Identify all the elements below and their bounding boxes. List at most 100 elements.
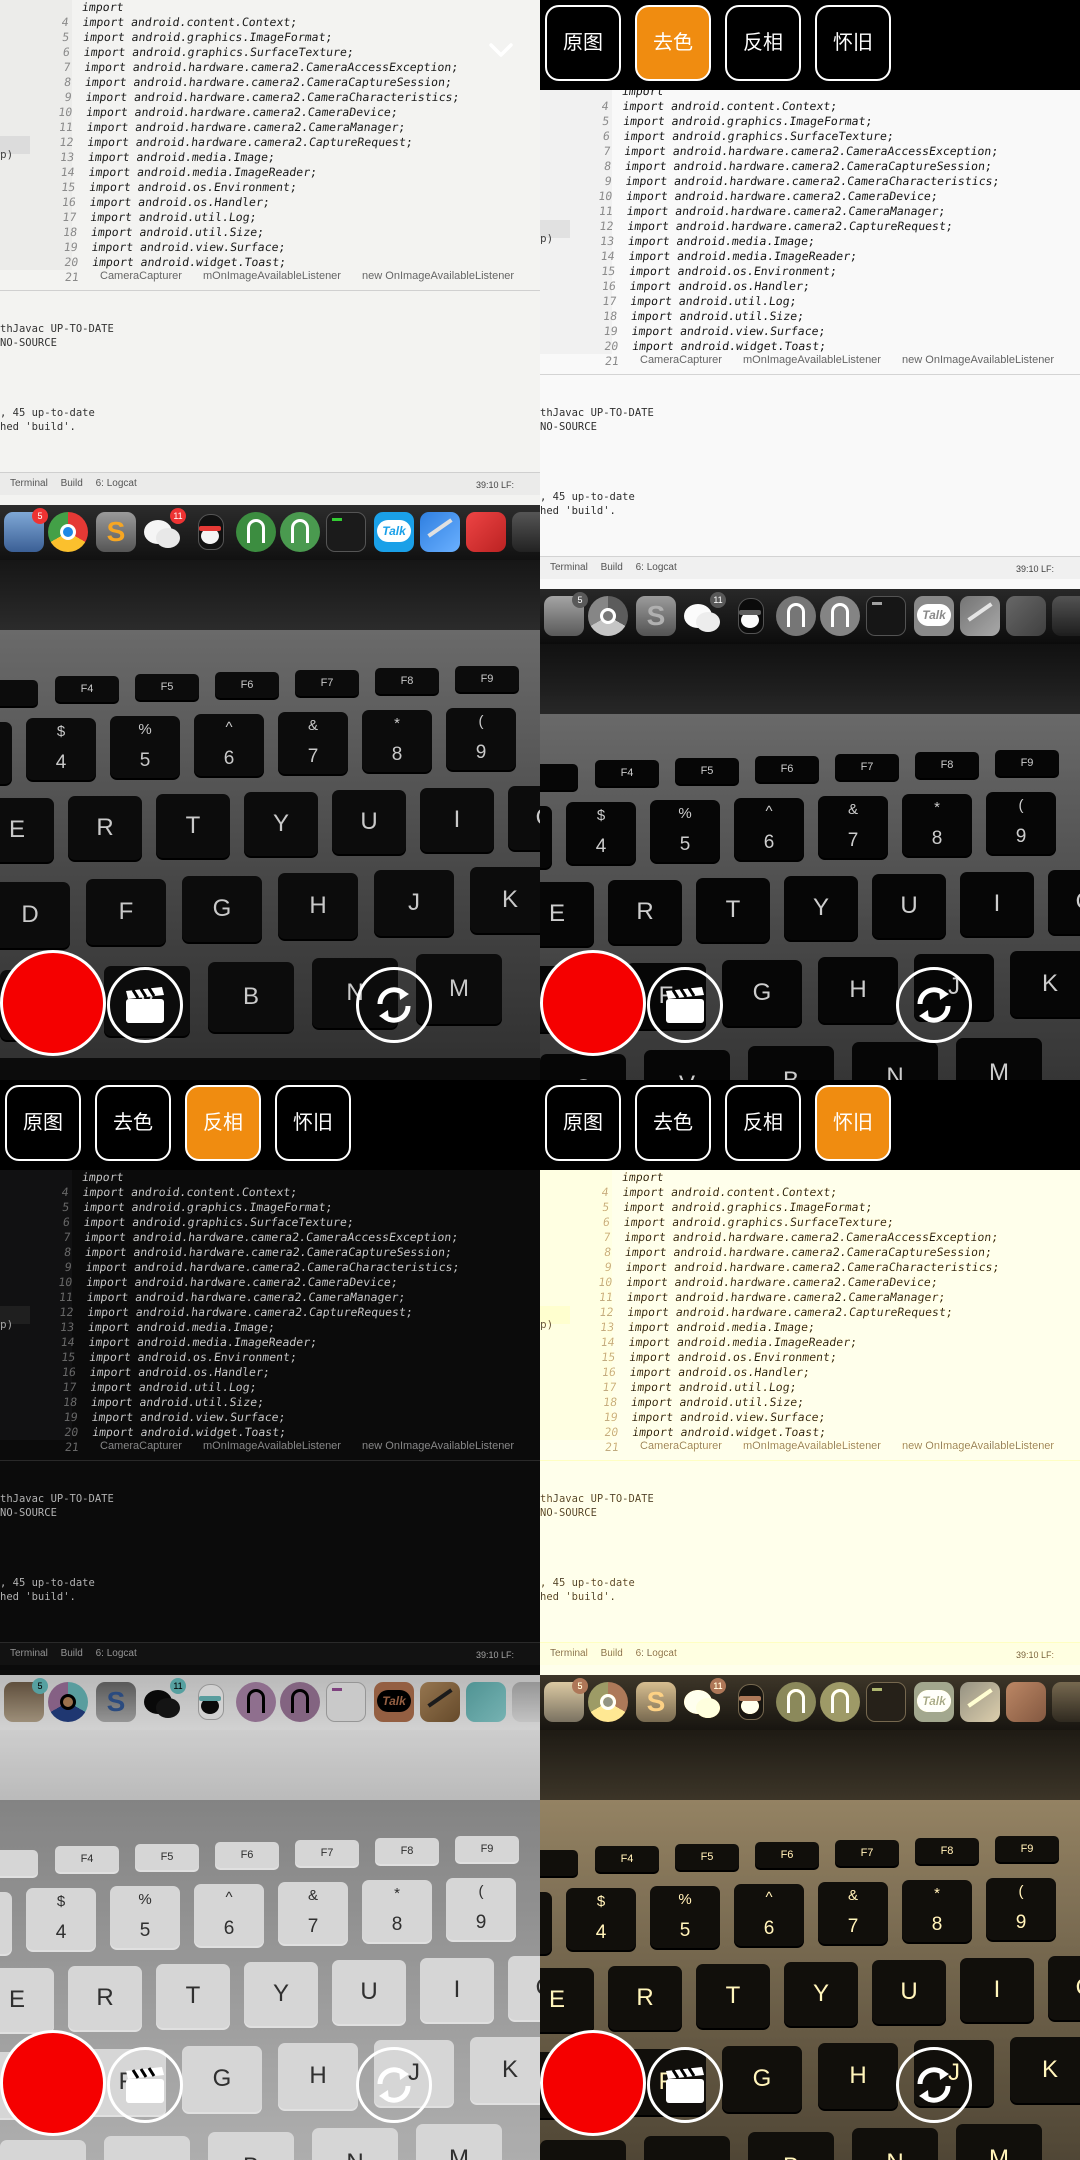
- keyboard-key: T: [696, 1964, 770, 2028]
- key-label: F7: [320, 1847, 334, 1859]
- tool-window-bar: Terminal Build 6: Logcat: [540, 556, 1080, 579]
- filter-tab-grayscale[interactable]: 去色: [635, 1085, 711, 1161]
- keyboard-key: (9: [986, 792, 1056, 854]
- code-text: import android.widget.Toast;: [91, 1425, 288, 1439]
- line-number: 20: [603, 1425, 620, 1439]
- preview-panel-invert: import 4 import android.content.Context; 5 i…: [0, 1080, 540, 2160]
- code-text: import android.os.Environment;: [88, 1350, 298, 1364]
- line-number: 12: [58, 135, 75, 149]
- console-line: , 45 up-to-date: [0, 407, 95, 419]
- keyboard-key: [540, 1850, 578, 1876]
- shutter-button[interactable]: [540, 950, 646, 1056]
- key-digit: 4: [595, 1922, 607, 1943]
- code-text: import android.util.Log;: [89, 1380, 258, 1394]
- keyboard-key: * 8: [362, 710, 432, 772]
- filter-tab-grayscale[interactable]: 去色: [95, 1085, 171, 1161]
- code-line: 10 import android.hardware.camera2.Camera…: [549, 1275, 1001, 1290]
- camera-switch-icon: [377, 987, 411, 1023]
- laptop-hinge: [0, 560, 540, 630]
- code-line: 4 import android.content.Context;: [549, 1185, 1001, 1200]
- keyboard-key: O: [1048, 1956, 1080, 2020]
- keyboard-key: C: [540, 2140, 626, 2160]
- filter-tab-grayscale[interactable]: 去色: [635, 5, 711, 81]
- filter-tab-invert[interactable]: 反相: [185, 1085, 261, 1161]
- key-digit: 4: [55, 752, 67, 773]
- notification-badge: 5: [32, 1678, 48, 1694]
- code-text: import android.view.Surface;: [630, 1410, 827, 1424]
- filter-tab-original[interactable]: 原图: [5, 1085, 81, 1161]
- console-line: thJavac UP-TO-DATE: [540, 407, 654, 419]
- keyboard-key: % 5: [650, 1886, 720, 1948]
- code-line: 4 import android.content.Context;: [9, 1185, 461, 1200]
- record-video-button[interactable]: [107, 967, 183, 1043]
- code-text: import android.hardware.camera2.CameraAc…: [623, 144, 1000, 158]
- filter-tab-vintage[interactable]: 怀旧: [815, 5, 891, 81]
- keyboard-key: F4: [595, 760, 659, 786]
- talk-label: Talk: [377, 520, 411, 542]
- keyboard-key: I: [960, 1958, 1034, 2022]
- breadcrumb-item: mOnImageAvailableListener: [202, 1440, 341, 1452]
- key-label: O: [1048, 888, 1080, 916]
- notification-badge: 5: [572, 592, 588, 608]
- code-editor: import 4 import android.content.Context; 5 i…: [9, 0, 461, 285]
- keyboard-key: [0, 1850, 38, 1876]
- key-label: E: [8, 1986, 25, 2013]
- code-line: 19 import android.view.Surface;: [549, 1410, 1001, 1425]
- record-video-button[interactable]: [647, 2047, 723, 2123]
- keyboard-key: E: [540, 882, 594, 946]
- record-video-button[interactable]: [107, 2047, 183, 2123]
- cursor-position: 39:10 LF:: [1015, 1650, 1054, 1660]
- keyboard-key: ^ 6: [194, 714, 264, 776]
- switch-camera-button[interactable]: [356, 967, 432, 1043]
- switch-camera-button[interactable]: [896, 967, 972, 1043]
- code-line: 13 import android.media.Image;: [549, 1320, 1001, 1335]
- keyboard-key: F8: [375, 1838, 439, 1864]
- filter-tab-invert[interactable]: 反相: [725, 1085, 801, 1161]
- capture-controls: [540, 2030, 1080, 2140]
- line-number: 6: [61, 45, 71, 59]
- code-text: import android.view.Surface;: [90, 240, 287, 254]
- filter-tab-original[interactable]: 原图: [545, 5, 621, 81]
- qq-icon: [190, 512, 230, 552]
- code-text: import android.hardware.camera2.CaptureR…: [86, 1305, 414, 1319]
- code-line: 5 import android.graphics.ImageFormat;: [9, 30, 461, 45]
- code-text: import android.media.Image;: [627, 1320, 816, 1334]
- preview-panel-grayscale: import 4 import android.content.Context; 5 i…: [540, 0, 1080, 1080]
- line-number: 8: [63, 1245, 73, 1259]
- project-panel-text: p): [0, 1318, 14, 1331]
- breadcrumb-item: new OnImageAvailableListener: [362, 1440, 515, 1452]
- switch-camera-button[interactable]: [356, 2047, 432, 2123]
- shutter-button[interactable]: [540, 2030, 646, 2136]
- keyboard-key: F6: [755, 1842, 819, 1868]
- switch-camera-button[interactable]: [896, 2047, 972, 2123]
- key-digit: 9: [1015, 1912, 1027, 1933]
- key-digit: 6: [223, 1918, 235, 1939]
- line-number: 12: [598, 1305, 615, 1319]
- line-number: 9: [63, 90, 73, 104]
- filter-tab-invert[interactable]: 反相: [725, 5, 801, 81]
- key-label: U: [900, 1978, 918, 2005]
- key-label: F: [118, 898, 134, 925]
- editor-breadcrumb: CameraCapturer mOnImageAvailableListener…: [640, 1440, 1072, 1452]
- key-symbol: $: [596, 1893, 606, 1910]
- record-video-button[interactable]: [647, 967, 723, 1043]
- filter-tab-original[interactable]: 原图: [545, 1085, 621, 1161]
- filter-tab-vintage[interactable]: 怀旧: [275, 1085, 351, 1161]
- key-label: J: [408, 889, 420, 916]
- code-line: 12 import android.hardware.camera2.Captur…: [9, 135, 461, 150]
- dock-icon-partial: [512, 512, 540, 552]
- keyboard-key: [540, 806, 552, 868]
- shutter-button[interactable]: [0, 2030, 106, 2136]
- filter-tab-vintage[interactable]: 怀旧: [815, 1085, 891, 1161]
- keyboard-key: [0, 722, 12, 784]
- code-text: import android.graphics.ImageFormat;: [82, 30, 334, 44]
- chevron-down-icon[interactable]: [488, 40, 514, 60]
- key-symbol: %: [138, 721, 152, 738]
- key-label: Y: [812, 1980, 829, 2007]
- shutter-button[interactable]: [0, 950, 106, 1056]
- key-symbol: %: [138, 1891, 152, 1908]
